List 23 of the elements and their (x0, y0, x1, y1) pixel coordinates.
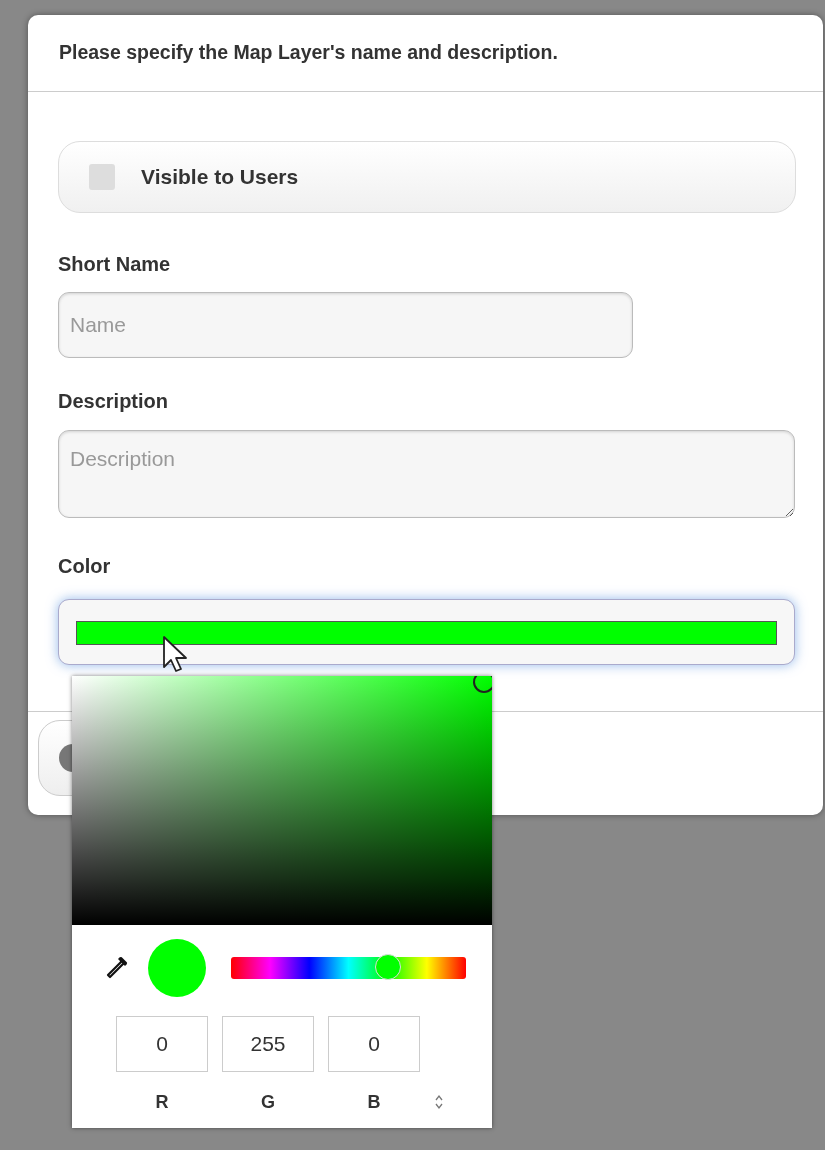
visible-toggle[interactable]: Visible to Users (58, 141, 796, 213)
input-field[interactable]: Name (58, 292, 633, 358)
saturation-area[interactable] (72, 676, 492, 925)
field-label: Description (58, 390, 170, 413)
dialog-title: Please specify the Map Layer's name and description. (28, 15, 823, 92)
field-label: Color (58, 555, 112, 578)
field-label: Short Name (58, 253, 172, 276)
text-area[interactable]: Description (58, 430, 795, 518)
channel-label: R (154, 1092, 170, 1113)
up-down-icon[interactable] (434, 1094, 444, 1110)
slider-thumb[interactable] (374, 954, 401, 980)
eyedropper-icon[interactable] (106, 956, 128, 980)
toggle-label: Visible to Users (141, 165, 299, 189)
channel-label: B (366, 1092, 382, 1113)
color-swatch (148, 939, 206, 997)
cursor-icon (162, 635, 190, 675)
checkbox[interactable] (89, 164, 115, 190)
number-field[interactable]: 0 (116, 1016, 208, 1072)
number-field[interactable]: 255 (222, 1016, 314, 1072)
color-field[interactable] (58, 599, 795, 665)
hue-slider[interactable] (231, 957, 466, 979)
number-field[interactable]: 0 (328, 1016, 420, 1072)
channel-label: G (260, 1092, 276, 1113)
